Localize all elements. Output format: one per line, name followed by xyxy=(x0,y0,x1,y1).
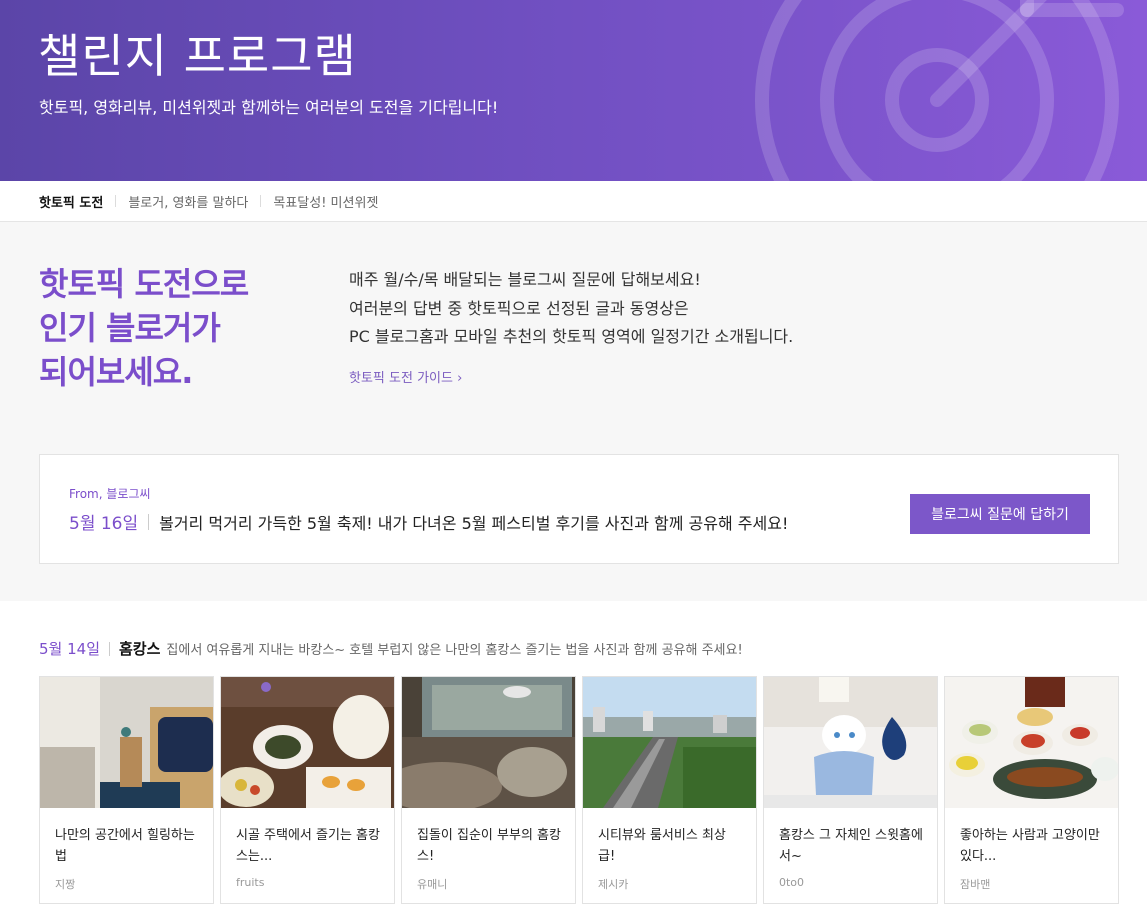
post-card[interactable]: 시티뷰와 룸서비스 최상급! 제시카 xyxy=(582,676,757,904)
page-subtitle: 핫토픽, 영화리뷰, 미션위젯과 함께하는 여러분의 도전을 기다립니다! xyxy=(39,98,499,117)
post-title: 시티뷰와 룸서비스 최상급! xyxy=(598,828,726,864)
hero-banner: 챌린지 프로그램 핫토픽, 영화리뷰, 미션위젯과 함께하는 여러분의 도전을 … xyxy=(0,0,1147,181)
post-card[interactable]: 나만의 공간에서 힐링하는 법 지짱 xyxy=(39,676,214,904)
tab-bar: 핫토픽 도전 블로거, 영화를 말하다 목표달성! 미션위젯 xyxy=(0,181,1147,222)
topic-header: 5월 14일 홈캉스 집에서 여유롭게 지내는 바캉스~ 호텔 부럽지 않은 나… xyxy=(39,638,743,659)
post-title: 시골 주택에서 즐기는 홈캉스는... xyxy=(236,828,380,864)
post-thumbnail xyxy=(945,677,1118,808)
post-card[interactable]: 좋아하는 사람과 고양이만 있다... 잠바맨 xyxy=(944,676,1119,904)
tab-hottopic[interactable]: 핫토픽 도전 xyxy=(39,192,103,211)
post-author: 제시카 xyxy=(598,878,629,891)
post-author: fruits xyxy=(236,876,265,889)
question-date: 5월 16일 xyxy=(69,514,139,534)
question-divider xyxy=(148,513,150,530)
tab-divider xyxy=(115,195,117,207)
blog-question-box: From, 블로그씨 5월 16일 볼거리 먹거리 가득한 5월 축제! 내가 … xyxy=(39,454,1119,564)
post-card[interactable]: 집돌이 집순이 부부의 홈캉스! 유매니 xyxy=(401,676,576,904)
answer-question-button[interactable]: 블로그씨 질문에 답하기 xyxy=(910,494,1090,534)
post-title: 좋아하는 사람과 고양이만 있다... xyxy=(960,828,1100,864)
intro-line: 여러분의 답변 중 핫토픽으로 선정된 글과 동영상은 xyxy=(349,298,689,318)
question-from: From, 블로그씨 xyxy=(69,487,151,501)
hottopic-guide-link[interactable]: 핫토픽 도전 가이드 › xyxy=(349,367,462,386)
question-line: 5월 16일 볼거리 먹거리 가득한 5월 축제! 내가 다녀온 5월 페스티벌… xyxy=(69,509,788,534)
post-thumbnail xyxy=(402,677,575,808)
intro-line: PC 블로그홈과 모바일 추천의 핫토픽 영역에 일정기간 소개됩니다. xyxy=(349,327,794,346)
question-text: 볼거리 먹거리 가득한 5월 축제! 내가 다녀온 5월 페스티벌 후기를 사진… xyxy=(159,513,789,533)
page-title: 챌린지 프로그램 xyxy=(38,29,357,83)
target-arrow-icon xyxy=(755,0,1124,181)
topic-date: 5월 14일 xyxy=(39,640,100,658)
intro-heading: 핫토픽 도전으로 인기 블로거가 되어보세요. xyxy=(39,262,249,394)
post-title: 홈캉스 그 자체인 스윗홈에서~ xyxy=(779,828,923,864)
post-card-list: 나만의 공간에서 힐링하는 법 지짱 시골 주택에서 즐기는 홈캉스는... f… xyxy=(39,676,1119,904)
intro-description: 매주 월/수/목 배달되는 블로그씨 질문에 답해보세요! 여러분의 답변 중 … xyxy=(349,266,793,352)
post-author: 0to0 xyxy=(779,876,805,889)
post-thumbnail xyxy=(764,677,937,808)
post-author: 지짱 xyxy=(55,878,76,891)
intro-heading-line: 되어보세요. xyxy=(39,353,193,391)
tab-mission-widget[interactable]: 목표달성! 미션위젯 xyxy=(273,192,378,211)
intro-line: 매주 월/수/목 배달되는 블로그씨 질문에 답해보세요! xyxy=(349,270,701,289)
tab-movie[interactable]: 블로거, 영화를 말하다 xyxy=(128,192,248,211)
intro-heading-line: 핫토픽 도전으로 xyxy=(39,265,249,303)
topic-description: 집에서 여유롭게 지내는 바캉스~ 호텔 부럽지 않은 나만의 홈캉스 즐기는 … xyxy=(166,643,743,658)
post-card[interactable]: 홈캉스 그 자체인 스윗홈에서~ 0to0 xyxy=(763,676,938,904)
tab-divider xyxy=(260,195,262,207)
intro-heading-line: 인기 블로거가 xyxy=(39,309,221,347)
post-title: 나만의 공간에서 힐링하는 법 xyxy=(55,828,195,864)
topic-section: 5월 14일 홈캉스 집에서 여유롭게 지내는 바캉스~ 호텔 부럽지 않은 나… xyxy=(0,601,1147,924)
post-thumbnail xyxy=(583,677,756,808)
post-thumbnail xyxy=(40,677,213,808)
topic-title[interactable]: 홈캉스 xyxy=(119,638,160,659)
post-thumbnail xyxy=(221,677,394,808)
post-title: 집돌이 집순이 부부의 홈캉스! xyxy=(417,828,561,864)
topic-divider xyxy=(109,641,110,656)
post-author: 유매니 xyxy=(417,878,448,891)
post-card[interactable]: 시골 주택에서 즐기는 홈캉스는... fruits xyxy=(220,676,395,904)
post-author: 잠바맨 xyxy=(960,878,991,891)
